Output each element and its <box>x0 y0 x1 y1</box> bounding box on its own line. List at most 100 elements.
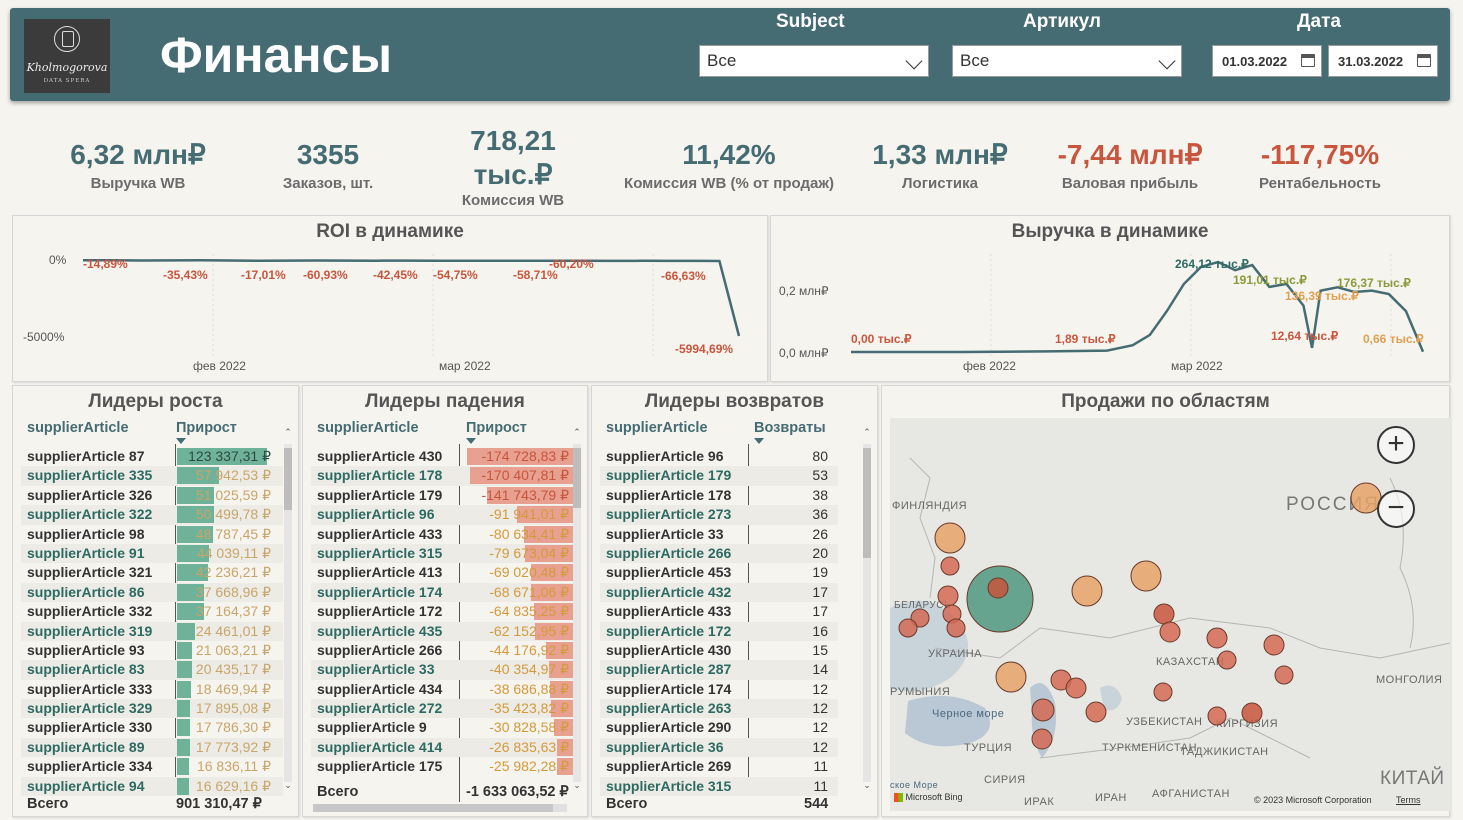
table-row[interactable]: supplierArticle 89 17 773,92 ₽ <box>21 737 283 758</box>
table-row[interactable]: supplierArticle 273 36 <box>600 505 838 525</box>
table-row[interactable]: supplierArticle 96 80 <box>600 447 838 466</box>
calendar-icon[interactable] <box>1301 54 1315 67</box>
table-row[interactable]: supplierArticle 334 16 836,11 ₽ <box>21 757 283 776</box>
growth-col-article[interactable]: supplierArticle <box>27 420 129 436</box>
table-row[interactable]: supplierArticle 433 -80 634,41 ₽ <box>311 525 573 544</box>
sort-asc-icon[interactable] <box>466 438 476 444</box>
table-row[interactable]: supplierArticle 319 24 461,01 ₽ <box>21 621 283 641</box>
decline-hscrollbar[interactable] <box>313 804 567 812</box>
growth-scrollbar-thumb[interactable] <box>284 448 292 510</box>
table-row[interactable]: supplierArticle 432 17 <box>600 582 838 603</box>
scroll-down-icon[interactable]: ⌄ <box>863 780 871 791</box>
table-row[interactable]: supplierArticle 175 -25 982,28 ₽ <box>311 757 573 776</box>
returns-col-article[interactable]: supplierArticle <box>606 420 708 436</box>
sort-desc-icon[interactable] <box>176 438 186 444</box>
returns-col-returns[interactable]: Возвраты <box>754 420 826 436</box>
table-row[interactable]: supplierArticle 172 16 <box>600 621 838 641</box>
table-row[interactable]: supplierArticle 433 17 <box>600 602 838 621</box>
table-row[interactable]: supplierArticle 315 11 <box>600 776 838 796</box>
region-bubble[interactable] <box>937 585 959 607</box>
region-bubble[interactable] <box>1263 634 1285 656</box>
sales-map[interactable]: ФИНЛЯНДИЯ РОССИЯ БЕЛАРУСЬ УКРАИНА КАЗАХС… <box>890 418 1452 811</box>
region-bubble[interactable] <box>1274 665 1294 685</box>
date-to-input[interactable]: 31.03.2022 <box>1328 45 1438 77</box>
table-row[interactable]: supplierArticle 86 37 668,96 ₽ <box>21 582 283 603</box>
table-row[interactable]: supplierArticle 269 11 <box>600 757 838 776</box>
table-row[interactable]: supplierArticle 178 -170 407,81 ₽ <box>311 466 573 486</box>
scroll-down-icon[interactable]: ⌄ <box>284 780 292 791</box>
table-row[interactable]: supplierArticle 322 50 499,78 ₽ <box>21 505 283 525</box>
table-row[interactable]: supplierArticle 266 -44 176,92 ₽ <box>311 641 573 660</box>
map-bubbles[interactable] <box>890 418 1452 811</box>
sort-desc-icon[interactable] <box>754 438 764 444</box>
table-row[interactable]: supplierArticle 36 12 <box>600 737 838 758</box>
table-row[interactable]: supplierArticle 290 12 <box>600 718 838 737</box>
zoom-out-button[interactable]: − <box>1377 490 1415 528</box>
region-bubble[interactable] <box>1031 698 1055 722</box>
region-bubble[interactable] <box>1031 728 1053 750</box>
region-bubble[interactable] <box>946 618 966 638</box>
region-bubble[interactable] <box>1071 575 1103 607</box>
region-bubble[interactable] <box>1153 603 1175 625</box>
table-row[interactable]: supplierArticle 263 12 <box>600 699 838 719</box>
table-row[interactable]: supplierArticle 332 37 164,37 ₽ <box>21 602 283 621</box>
decline-col-article[interactable]: supplierArticle <box>317 420 419 436</box>
table-row[interactable]: supplierArticle 98 48 787,45 ₽ <box>21 525 283 544</box>
table-row[interactable]: supplierArticle 33 -40 354,97 ₽ <box>311 660 573 680</box>
region-bubble[interactable] <box>987 577 1009 599</box>
region-bubble[interactable] <box>898 618 918 638</box>
subject-dropdown[interactable]: Все <box>699 45 929 77</box>
region-bubble[interactable] <box>1159 621 1181 643</box>
region-bubble[interactable] <box>1153 682 1173 702</box>
table-row[interactable]: supplierArticle 414 -26 835,63 ₽ <box>311 737 573 758</box>
table-row[interactable]: supplierArticle 174 12 <box>600 680 838 699</box>
region-bubble[interactable] <box>1206 627 1228 649</box>
calendar-icon[interactable] <box>1417 54 1431 67</box>
growth-col-increase[interactable]: Прирост <box>176 420 237 436</box>
table-row[interactable]: supplierArticle 413 -69 020,48 ₽ <box>311 563 573 582</box>
region-bubble[interactable] <box>1241 702 1263 724</box>
table-row[interactable]: supplierArticle 430 -174 728,83 ₽ <box>311 447 573 466</box>
table-row[interactable]: supplierArticle 321 42 236,21 ₽ <box>21 563 283 582</box>
table-row[interactable]: supplierArticle 172 -64 835,25 ₽ <box>311 602 573 621</box>
date-from-input[interactable]: 01.03.2022 <box>1212 45 1322 77</box>
table-row[interactable]: supplierArticle 335 57 942,53 ₽ <box>21 466 283 486</box>
region-bubble[interactable] <box>1217 650 1237 670</box>
table-row[interactable]: supplierArticle 87 123 337,31 ₽ <box>21 447 283 466</box>
decline-col-increase[interactable]: Прирост <box>466 420 527 436</box>
article-dropdown[interactable]: Все <box>952 45 1182 77</box>
region-bubble[interactable] <box>995 661 1027 693</box>
table-row[interactable]: supplierArticle 178 38 <box>600 486 838 505</box>
table-row[interactable]: supplierArticle 179 53 <box>600 466 838 486</box>
region-bubble[interactable] <box>1065 677 1087 699</box>
table-row[interactable]: supplierArticle 33 26 <box>600 525 838 544</box>
table-row[interactable]: supplierArticle 83 20 435,17 ₽ <box>21 660 283 680</box>
table-row[interactable]: supplierArticle 266 20 <box>600 543 838 564</box>
region-bubble[interactable] <box>1207 706 1227 726</box>
scroll-up-icon[interactable]: ⌃ <box>284 427 292 438</box>
decline-scrollbar-thumb[interactable] <box>573 448 581 508</box>
table-row[interactable]: supplierArticle 453 19 <box>600 563 838 582</box>
scroll-up-icon[interactable]: ⌃ <box>573 427 581 438</box>
region-bubble[interactable] <box>940 556 960 576</box>
table-row[interactable]: supplierArticle 287 14 <box>600 660 838 680</box>
table-row[interactable]: supplierArticle 315 -79 673,04 ₽ <box>311 543 573 564</box>
table-row[interactable]: supplierArticle 329 17 895,08 ₽ <box>21 699 283 719</box>
region-bubble[interactable] <box>1130 560 1162 592</box>
decline-hscrollbar-thumb[interactable] <box>313 804 553 812</box>
zoom-in-button[interactable]: + <box>1377 426 1415 464</box>
table-row[interactable]: supplierArticle 96 -91 941,01 ₽ <box>311 505 573 525</box>
table-row[interactable]: supplierArticle 91 44 039,11 ₽ <box>21 543 283 564</box>
table-row[interactable]: supplierArticle 93 21 063,21 ₽ <box>21 641 283 660</box>
table-row[interactable]: supplierArticle 174 -68 671,06 ₽ <box>311 582 573 603</box>
region-bubble[interactable] <box>966 565 1034 633</box>
table-row[interactable]: supplierArticle 330 17 786,30 ₽ <box>21 718 283 737</box>
table-row[interactable]: supplierArticle 333 18 469,94 ₽ <box>21 680 283 699</box>
scroll-up-icon[interactable]: ⌃ <box>863 427 871 438</box>
table-row[interactable]: supplierArticle 435 -62 152,95 ₽ <box>311 621 573 641</box>
scroll-down-icon[interactable]: ⌄ <box>573 780 581 791</box>
map-terms-link[interactable]: Terms <box>1396 795 1421 805</box>
region-bubble[interactable] <box>934 522 966 554</box>
returns-scrollbar-thumb[interactable] <box>863 448 871 558</box>
region-bubble[interactable] <box>1085 701 1107 723</box>
